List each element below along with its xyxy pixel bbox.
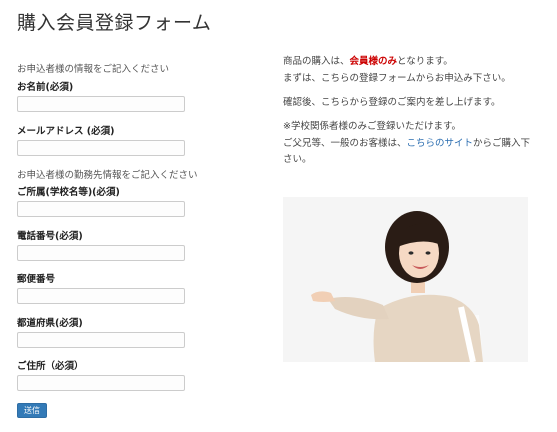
woman-presenting-photo bbox=[283, 197, 528, 362]
info-line-members-only: 商品の購入は、会員様のみとなります。 bbox=[283, 54, 533, 70]
prefecture-field[interactable] bbox=[17, 332, 185, 348]
phone-label: 電話番号(必須) bbox=[17, 231, 83, 242]
info-line-general-customers: ご父兄等、一般のお客様は、こちらのサイトからご購入下さい。 bbox=[283, 136, 533, 168]
phone-field[interactable] bbox=[17, 245, 185, 261]
info-line-school-only: ※学校関係者様のみご登録いただけます。 bbox=[283, 121, 462, 132]
page-title: 購入会員登録フォーム bbox=[17, 12, 212, 34]
general-site-link[interactable]: こちらのサイト bbox=[407, 138, 474, 149]
name-field[interactable] bbox=[17, 96, 185, 112]
info-line5-pre: ご父兄等、一般のお客様は、 bbox=[283, 138, 407, 149]
workplace-info-note: お申込者様の勤務先情報をご記入ください bbox=[17, 170, 198, 181]
info-line-confirm: 確認後、こちらから登録のご案内を差し上げます。 bbox=[283, 97, 501, 108]
postal-code-field[interactable] bbox=[17, 288, 185, 304]
postal-code-label: 郵便番号 bbox=[17, 274, 56, 285]
prefecture-label: 都道府県(必須) bbox=[17, 318, 83, 329]
affiliation-label: ご所属(学校名等)(必須) bbox=[17, 187, 120, 198]
affiliation-field[interactable] bbox=[17, 201, 185, 217]
submit-button[interactable]: 送信 bbox=[17, 403, 47, 418]
address-field[interactable] bbox=[17, 375, 185, 391]
members-only-emphasis: 会員様のみ bbox=[349, 56, 398, 67]
email-field[interactable] bbox=[17, 140, 185, 156]
address-label: ご住所（必須） bbox=[17, 361, 84, 372]
info-line1-post: となります。 bbox=[397, 56, 453, 67]
info-line-apply: まずは、こちらの登録フォームからお申込み下さい。 bbox=[283, 73, 511, 84]
applicant-info-note: お申込者様の情報をご記入ください bbox=[17, 64, 170, 75]
name-label: お名前(必須) bbox=[17, 82, 74, 93]
info-line1-pre: 商品の購入は、 bbox=[283, 56, 350, 67]
email-label: メールアドレス (必須) bbox=[17, 126, 115, 137]
